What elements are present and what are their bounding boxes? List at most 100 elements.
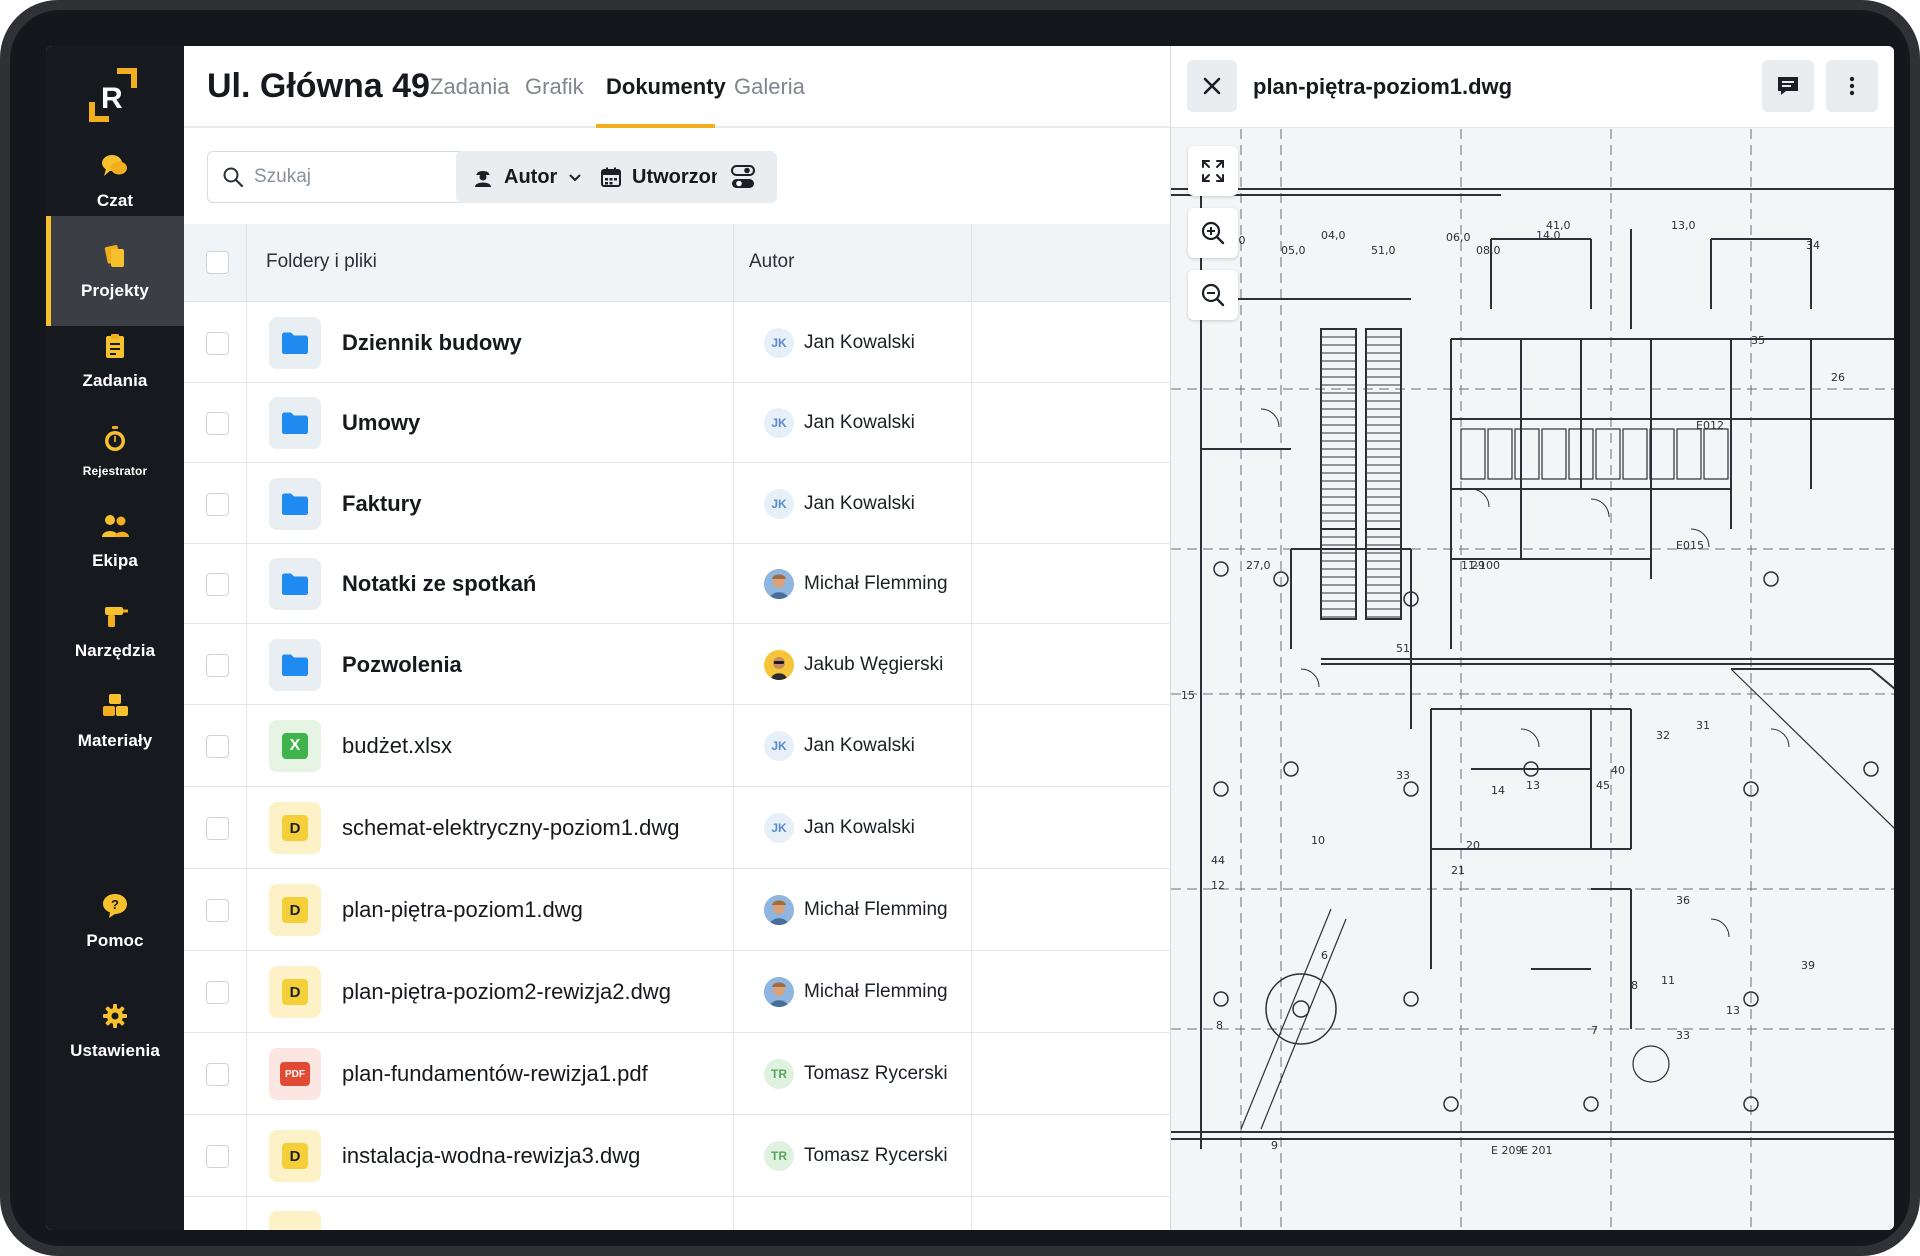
file-viewer-panel: plan-piętra-poziom1.dwg 05,0 04,0 51,0 0… — [1170, 46, 1894, 1230]
avatar: JK — [764, 327, 794, 358]
table-row[interactable]: PDF plan-fundamentów-rewizja1.pdf TR Tomasz… — [184, 1033, 1170, 1115]
zoom-in-button[interactable] — [1188, 208, 1238, 258]
table-row[interactable]: Dplan-piętra-poziom1.dwg Michał Flemming — [184, 869, 1170, 951]
app-logo[interactable]: R — [83, 64, 145, 126]
zoom-out-icon — [1201, 283, 1225, 307]
file-name[interactable]: schemat-elektryczny-poziom1.dwg — [342, 815, 679, 841]
file-name[interactable]: plan-fundamentów-rewizja1.pdf — [342, 1061, 648, 1087]
tab-dokumenty-label: Dokumenty — [606, 74, 726, 99]
avatar: TR — [764, 1059, 794, 1089]
close-icon — [1203, 77, 1221, 95]
column-header-name[interactable]: Foldery i pliki — [266, 251, 377, 273]
sidebar-item-materialy[interactable]: Materiały — [46, 666, 184, 776]
table-row[interactable]: Pozwolenia Jakub Węgierski — [184, 624, 1170, 705]
svg-text:9: 9 — [1271, 1139, 1278, 1152]
svg-text:51,0: 51,0 — [1371, 244, 1396, 257]
more-vertical-icon — [1849, 76, 1855, 96]
row-checkbox[interactable] — [206, 1145, 229, 1168]
close-viewer-button[interactable] — [1187, 60, 1237, 112]
comments-button[interactable] — [1762, 60, 1814, 112]
viewer-header: plan-piętra-poziom1.dwg — [1171, 46, 1894, 128]
table-row[interactable]: Dplan-piętra-poziom2-rewizja2.dwg Michał … — [184, 951, 1170, 1033]
row-checkbox[interactable] — [206, 735, 229, 758]
author-filter-label: Autor — [504, 165, 558, 188]
file-name[interactable]: Umowy — [342, 410, 420, 436]
table-row[interactable]: Notatki ze spotkań Michał Flemming — [184, 544, 1170, 624]
sidebar-item-pomoc[interactable]: ? Pomoc — [46, 866, 184, 976]
avatar: JK — [764, 731, 794, 761]
svg-text:08,0: 08,0 — [1476, 244, 1501, 257]
table-row[interactable]: Dinstalacja-wodna-rewizja3.dwg TR Tomasz R… — [184, 1115, 1170, 1197]
file-name[interactable]: plan-piętra-poziom1.dwg — [342, 897, 583, 923]
svg-text:41,0: 41,0 — [1546, 219, 1571, 232]
row-checkbox[interactable] — [206, 653, 229, 677]
author-name: Jan Kowalski — [804, 412, 915, 433]
svg-text:29: 29 — [1471, 559, 1485, 572]
search-input[interactable] — [254, 166, 474, 188]
svg-text:E 201: E 201 — [1521, 1144, 1552, 1157]
app-screen: R Czat Projekty Zadania Rejestrator Ekip… — [46, 46, 1894, 1230]
svg-text:34: 34 — [1806, 239, 1820, 252]
avatar: JK — [764, 408, 794, 438]
view-toggle-button[interactable] — [717, 151, 769, 203]
select-all-checkbox[interactable] — [206, 251, 229, 274]
row-checkbox[interactable] — [206, 1063, 229, 1086]
sidebar-item-label: Czat — [96, 191, 134, 210]
table-row[interactable]: Dschemat-elektryczny-poziom1.dwg JK Jan Ko… — [184, 787, 1170, 869]
author-name: Michał Flemming — [804, 899, 948, 920]
author-name: Jan Kowalski — [804, 735, 915, 756]
tab-galeria[interactable]: Galeria — [734, 74, 805, 128]
file-name[interactable]: instalacja-wodna-rewizja3.dwg — [342, 1143, 640, 1169]
avatar: JK — [764, 813, 794, 843]
dwg-file-icon: D — [269, 966, 321, 1018]
viewer-file-name: plan-piętra-poziom1.dwg — [1253, 74, 1513, 99]
row-checkbox[interactable] — [206, 412, 229, 435]
floor-plan-drawing[interactable]: 03,005,004,051,006,008,014,041,013,03435… — [1171, 129, 1894, 1230]
svg-text:20: 20 — [1466, 839, 1480, 852]
row-checkbox[interactable] — [206, 492, 229, 516]
chat-icon — [102, 155, 127, 176]
active-tab-indicator — [596, 124, 715, 128]
svg-text:7: 7 — [1591, 1024, 1598, 1037]
svg-text:13: 13 — [1526, 779, 1540, 792]
file-name[interactable]: budżet.xlsx — [342, 733, 452, 759]
zoom-in-icon — [1201, 221, 1225, 245]
avatar — [764, 649, 794, 680]
folder-icon — [269, 638, 321, 691]
table-row[interactable] — [184, 1197, 1170, 1230]
worker-icon — [475, 171, 491, 187]
svg-text:15: 15 — [1181, 689, 1195, 702]
search-box — [207, 151, 494, 203]
tab-grafik[interactable]: Grafik — [525, 74, 584, 128]
sidebar-item-ustawienia[interactable]: Ustawienia — [46, 976, 184, 1086]
table-row[interactable]: Umowy JK Jan Kowalski — [184, 383, 1170, 463]
row-checkbox[interactable] — [206, 899, 229, 922]
row-checkbox[interactable] — [206, 573, 229, 596]
table-row[interactable]: Xbudżet.xlsx JK Jan Kowalski — [184, 705, 1170, 787]
tab-dokumenty[interactable]: Dokumenty — [606, 74, 726, 128]
more-options-button[interactable] — [1826, 60, 1878, 112]
fullscreen-button[interactable] — [1188, 146, 1238, 196]
row-checkbox[interactable] — [206, 817, 229, 840]
file-name[interactable]: Notatki ze spotkań — [342, 571, 536, 597]
row-checkbox[interactable] — [206, 981, 229, 1004]
svg-text:10: 10 — [1311, 834, 1325, 847]
file-name[interactable]: plan-piętra-poziom2-rewizja2.dwg — [342, 979, 671, 1005]
table-row[interactable]: Faktury JK Jan Kowalski — [184, 463, 1170, 544]
materials-icon — [103, 694, 128, 716]
table-row[interactable]: Dziennik budowy JK Jan Kowalski — [184, 302, 1170, 383]
sidebar-item-label: Narzędzia — [74, 641, 156, 660]
svg-text:E 209: E 209 — [1491, 1144, 1522, 1157]
file-name[interactable]: Pozwolenia — [342, 652, 462, 678]
file-name[interactable]: Faktury — [342, 491, 421, 517]
column-header-author[interactable]: Autor — [749, 251, 794, 273]
row-checkbox[interactable] — [206, 331, 229, 355]
author-filter-button[interactable]: Autor — [456, 151, 600, 203]
tab-zadania[interactable]: Zadania — [430, 74, 510, 128]
dwg-file-icon: D — [269, 1130, 321, 1182]
file-name[interactable]: Dziennik budowy — [342, 330, 522, 356]
zoom-out-button[interactable] — [1188, 270, 1238, 320]
svg-text:26: 26 — [1831, 371, 1845, 384]
author-name: Jakub Węgierski — [804, 653, 944, 675]
folder-icon — [269, 316, 321, 369]
